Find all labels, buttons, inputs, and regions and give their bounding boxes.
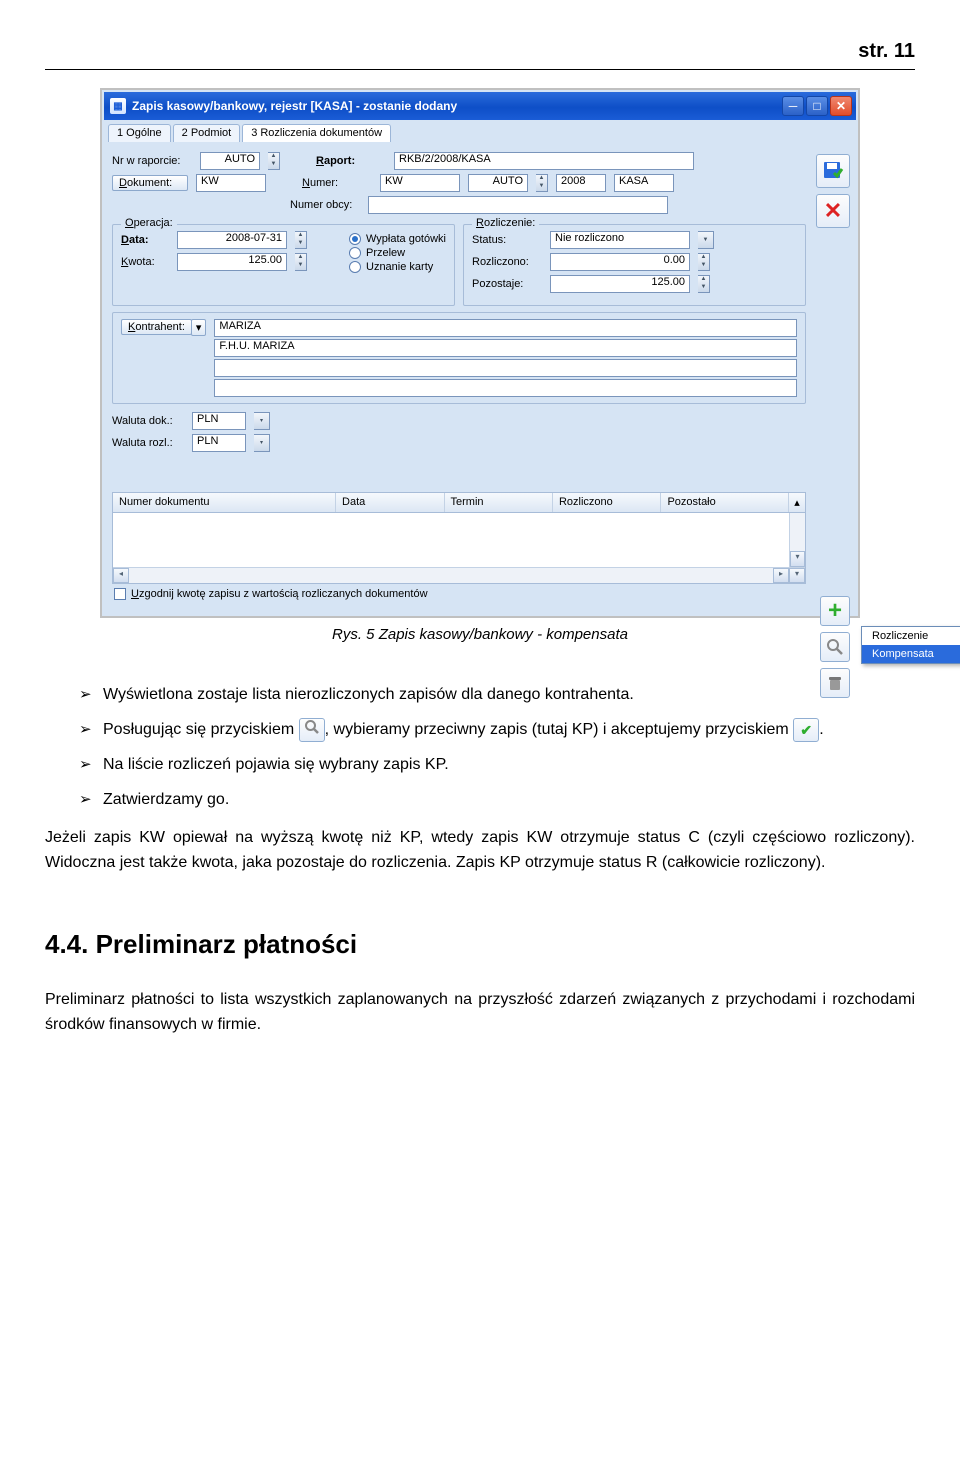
tab-entity[interactable]: 2 Podmiot bbox=[173, 124, 241, 142]
menu-item-kompensata[interactable]: Kompensata bbox=[862, 645, 960, 663]
dropdown-icon[interactable]: ▼ bbox=[698, 231, 714, 249]
radio-icon bbox=[349, 247, 361, 259]
rozliczono-field[interactable]: 0.00 bbox=[550, 253, 690, 271]
context-menu: Rozliczenie Kompensata bbox=[861, 626, 960, 664]
tab-settlements[interactable]: 3 Rozliczenia dokumentów bbox=[242, 124, 391, 142]
bullet-1: Wyświetlona zostaje lista nierozliczonyc… bbox=[79, 683, 915, 708]
rozliczono-label: Rozliczono: bbox=[472, 256, 542, 268]
kontrahent-dropdown-button[interactable]: ▾ bbox=[191, 319, 207, 336]
titlebar: ▦ Zapis kasowy/bankowy, rejestr [KASA] -… bbox=[104, 92, 856, 120]
magnifier-icon bbox=[826, 638, 844, 656]
magnifier-icon bbox=[299, 718, 325, 742]
spinner-icon[interactable]: ▲▼ bbox=[268, 152, 280, 170]
raport-label: Raport: bbox=[316, 155, 386, 167]
th-data[interactable]: Data bbox=[336, 493, 444, 512]
app-icon: ▦ bbox=[110, 98, 126, 114]
numer-seg4[interactable]: KASA bbox=[614, 174, 674, 192]
paragraph-1: Jeżeli zapis KW opiewał na wyższą kwotę … bbox=[45, 826, 915, 876]
operacja-legend: Operacja: bbox=[121, 217, 177, 229]
window-title: Zapis kasowy/bankowy, rejestr [KASA] - z… bbox=[132, 99, 457, 113]
numer-seg1[interactable]: KW bbox=[380, 174, 460, 192]
waluta-rozl-label: Waluta rozl.: bbox=[112, 437, 184, 449]
kontrahent-line1[interactable]: MARIZA bbox=[214, 319, 797, 337]
maximize-button[interactable]: □ bbox=[806, 96, 828, 116]
numer-seg3[interactable]: 2008 bbox=[556, 174, 606, 192]
status-select[interactable]: Nie rozliczono bbox=[550, 231, 690, 249]
spinner-icon[interactable]: ▲▼ bbox=[536, 174, 548, 192]
radio-uznanie[interactable]: Uznanie karty bbox=[349, 261, 446, 273]
waluta-rozl-select[interactable]: PLN bbox=[192, 434, 246, 452]
figure-caption: Rys. 5 Zapis kasowy/bankowy - kompensata bbox=[45, 626, 915, 643]
table-body[interactable] bbox=[113, 513, 789, 567]
spinner-icon[interactable]: ▲▼ bbox=[698, 253, 710, 271]
nr-raport-label: Nr w raporcie: bbox=[112, 155, 192, 167]
search-button[interactable] bbox=[820, 632, 850, 662]
save-icon-button[interactable] bbox=[816, 154, 850, 188]
minimize-button[interactable]: ─ bbox=[782, 96, 804, 116]
floppy-check-icon bbox=[822, 160, 844, 182]
check-icon: ✔ bbox=[793, 718, 819, 742]
section-heading: 4.4. Preliminarz płatności bbox=[45, 924, 915, 964]
kontrahent-button[interactable]: Kontrahent: bbox=[121, 319, 192, 335]
kontrahent-line4[interactable] bbox=[214, 379, 797, 397]
numer-obcy-label: Numer obcy: bbox=[290, 199, 360, 211]
scroll-up-icon[interactable]: ▴ bbox=[789, 493, 805, 512]
add-button[interactable]: + bbox=[820, 596, 850, 626]
close-button[interactable]: ✕ bbox=[830, 96, 852, 116]
th-rozliczono[interactable]: Rozliczono bbox=[553, 493, 661, 512]
bullet-3: Na liście rozliczeń pojawia się wybrany … bbox=[79, 753, 915, 778]
th-termin[interactable]: Termin bbox=[445, 493, 553, 512]
vertical-scrollbar[interactable]: ▾ bbox=[789, 513, 805, 567]
spinner-icon[interactable]: ▲▼ bbox=[698, 275, 710, 293]
dialog-window: ▦ Zapis kasowy/bankowy, rejestr [KASA] -… bbox=[100, 88, 860, 618]
settlements-table: Numer dokumentu Data Termin Rozliczono P… bbox=[112, 492, 806, 584]
menu-item-rozliczenie[interactable]: Rozliczenie bbox=[862, 627, 960, 645]
dropdown-icon[interactable]: ▾ bbox=[254, 412, 270, 430]
horizontal-scrollbar[interactable]: ◂ ▸ ▾ bbox=[113, 567, 805, 583]
raport-field[interactable]: RKB/2/2008/KASA bbox=[394, 152, 694, 170]
status-label: Status: bbox=[472, 234, 542, 246]
kontrahent-line2[interactable]: F.H.U. MARIZA bbox=[214, 339, 797, 357]
tab-general[interactable]: 1 Ogólne bbox=[108, 124, 171, 142]
waluta-dok-label: Waluta dok.: bbox=[112, 415, 184, 427]
spinner-icon[interactable]: ▲▼ bbox=[295, 231, 307, 249]
dropdown-icon[interactable]: ▾ bbox=[254, 434, 270, 452]
numer-obcy-field[interactable] bbox=[368, 196, 668, 214]
rozliczenie-group: Rozliczenie: Status: Nie rozliczono▼ Roz… bbox=[463, 224, 806, 306]
radio-przelew[interactable]: Przelew bbox=[349, 247, 446, 259]
dokument-field[interactable]: KW bbox=[196, 174, 266, 192]
bullet-2: Posługując się przyciskiem , wybieramy p… bbox=[79, 718, 915, 743]
numer-label: Numer: bbox=[302, 177, 372, 189]
data-label: Data: bbox=[121, 234, 169, 246]
spinner-icon[interactable]: ▲▼ bbox=[295, 253, 307, 271]
dokument-button[interactable]: Dokument: bbox=[112, 175, 188, 191]
paragraph-2: Preliminarz płatności to lista wszystkic… bbox=[45, 988, 915, 1038]
horizontal-rule bbox=[45, 69, 915, 70]
pozostaje-field[interactable]: 125.00 bbox=[550, 275, 690, 293]
cancel-icon-button[interactable]: ✕ bbox=[816, 194, 850, 228]
rozliczenie-legend: Rozliczenie: bbox=[472, 217, 539, 229]
radio-icon bbox=[349, 261, 361, 273]
uzgodnij-label: Uzgodnij kwotę zapisu z wartością rozlic… bbox=[131, 588, 428, 600]
kontrahent-line3[interactable] bbox=[214, 359, 797, 377]
kwota-label: Kwota: bbox=[121, 256, 169, 268]
numer-seg2[interactable]: AUTO bbox=[468, 174, 528, 192]
waluta-dok-select[interactable]: PLN bbox=[192, 412, 246, 430]
page-number: str. 11 bbox=[45, 40, 915, 63]
kwota-field[interactable]: 125.00 bbox=[177, 253, 287, 271]
th-numer-dok[interactable]: Numer dokumentu bbox=[113, 493, 336, 512]
radio-wyplata[interactable]: Wypłata gotówki bbox=[349, 233, 446, 245]
nr-raport-field[interactable]: AUTO bbox=[200, 152, 260, 170]
pozostaje-label: Pozostaje: bbox=[472, 278, 542, 290]
operacja-group: Operacja: Data: 2008-07-31▲▼ Kwota: 125.… bbox=[112, 224, 455, 306]
radio-icon bbox=[349, 233, 361, 245]
bullet-4: Zatwierdzamy go. bbox=[79, 788, 915, 813]
uzgodnij-checkbox[interactable] bbox=[114, 588, 126, 600]
data-field[interactable]: 2008-07-31 bbox=[177, 231, 287, 249]
th-pozostalo[interactable]: Pozostało bbox=[661, 493, 789, 512]
